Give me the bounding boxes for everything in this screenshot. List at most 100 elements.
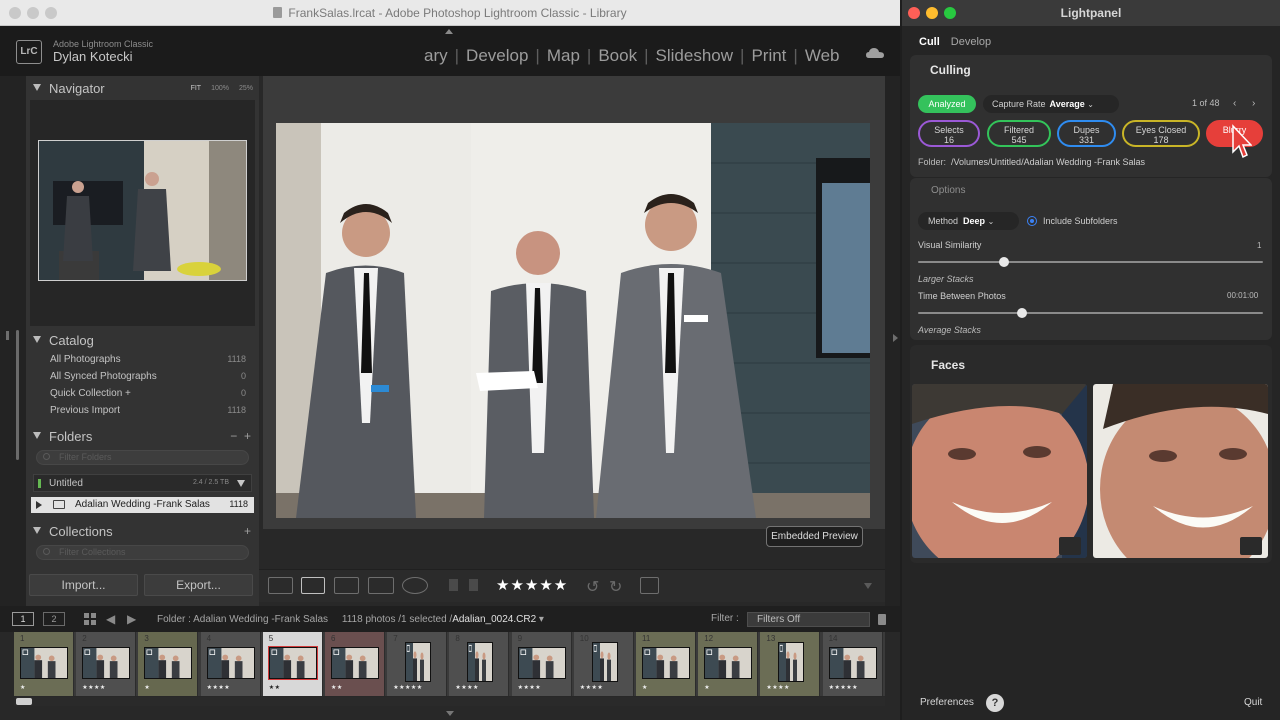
dupes-pill[interactable]: Dupes 331: [1057, 120, 1116, 147]
filter-preset-select[interactable]: Filters Off: [747, 612, 870, 627]
module-library[interactable]: ary: [424, 46, 448, 66]
filmstrip-cell[interactable]: 5 ★★: [262, 632, 323, 696]
filmstrip-cell[interactable]: 1 ★: [14, 632, 74, 696]
catalog-item[interactable]: Quick Collection +0: [30, 386, 255, 403]
flag-reject-icon[interactable]: [469, 579, 478, 591]
navigator-preview[interactable]: [38, 140, 247, 281]
filmstrip-cell[interactable]: 13 ★★★★: [760, 632, 821, 696]
visual-similarity-slider[interactable]: [918, 261, 1263, 263]
module-web[interactable]: Web: [805, 46, 840, 66]
filmstrip-cell[interactable]: 11 ★: [636, 632, 696, 696]
export-button[interactable]: Export...: [144, 574, 253, 596]
include-subfolders-label[interactable]: Include Subfolders: [1043, 216, 1118, 226]
add-collection-icon[interactable]: +: [244, 524, 251, 538]
cloud-icon[interactable]: [866, 48, 884, 58]
time-between-slider[interactable]: [918, 312, 1263, 314]
grid-icon[interactable]: [84, 613, 96, 625]
include-subfolders-radio[interactable]: [1027, 216, 1037, 226]
face-region-icon[interactable]: [640, 577, 659, 594]
volume-dropdown-icon[interactable]: [237, 480, 245, 487]
left-panel-scrollbar[interactable]: [16, 330, 19, 460]
module-print[interactable]: Print: [751, 46, 786, 66]
options-heading[interactable]: Options: [931, 185, 965, 196]
tab-develop[interactable]: Develop: [951, 36, 991, 48]
flag-pick-icon[interactable]: [449, 579, 458, 591]
grid-view-icon[interactable]: [268, 577, 293, 594]
help-button[interactable]: ?: [986, 694, 1004, 712]
folders-header[interactable]: Folders − +: [26, 426, 259, 448]
toolbar-menu-icon[interactable]: [864, 583, 872, 589]
module-slideshow[interactable]: Slideshow: [656, 46, 734, 66]
import-button[interactable]: Import...: [29, 574, 138, 596]
volume-status-indicator: [38, 479, 41, 488]
survey-view-icon[interactable]: [368, 577, 394, 594]
collapse-bottom-panel-icon[interactable]: [446, 711, 454, 716]
next-arrow-icon[interactable]: ›: [1252, 98, 1255, 109]
people-view-icon[interactable]: [402, 577, 428, 594]
filmstrip-cell[interactable]: 6 ★★: [325, 632, 385, 696]
zoom-fit[interactable]: FIT: [191, 85, 202, 92]
filmstrip-cell[interactable]: 2 ★★★★: [76, 632, 137, 696]
method-select[interactable]: Method Deep ⌄: [918, 212, 1019, 230]
catalog-item[interactable]: Previous Import 1118: [30, 403, 255, 420]
filmstrip-source[interactable]: Folder : Adalian Wedding -Frank Salas 11…: [157, 614, 544, 625]
filter-folders-input[interactable]: Filter Folders: [36, 450, 249, 465]
zoom-100[interactable]: 100%: [211, 85, 229, 92]
module-map[interactable]: Map: [547, 46, 580, 66]
collections-header[interactable]: Collections +: [26, 521, 259, 543]
filter-label: Filter :: [711, 613, 739, 624]
lock-icon[interactable]: [878, 614, 886, 625]
filmstrip-scrollbar[interactable]: [14, 697, 885, 706]
time-between-knob[interactable]: [1016, 308, 1027, 318]
filmstrip-cell[interactable]: 12 ★: [698, 632, 759, 696]
filmstrip-cell[interactable]: 4 ★★★★: [200, 632, 261, 696]
rotate-right-icon[interactable]: ↻: [609, 577, 622, 597]
catalog-item[interactable]: All Photographs 1118: [30, 352, 255, 369]
forward-arrow-icon[interactable]: ▶: [127, 612, 136, 626]
compare-view-icon[interactable]: [334, 577, 359, 594]
back-arrow-icon[interactable]: ◀: [106, 612, 115, 626]
face-thumbnail[interactable]: [1093, 384, 1268, 558]
module-book[interactable]: Book: [598, 46, 637, 66]
expand-arrow-icon[interactable]: [36, 501, 42, 509]
filmstrip-cell[interactable]: 8 ★★★★: [449, 632, 510, 696]
filmstrip-header: 1 2 ◀ ▶ Folder : Adalian Wedding -Frank …: [0, 606, 900, 632]
catalog-header[interactable]: Catalog: [26, 330, 259, 352]
filmstrip-cell[interactable]: 9 ★★★★: [511, 632, 572, 696]
camera-off-icon: [1240, 537, 1262, 555]
analyzed-status-button[interactable]: Analyzed: [918, 95, 976, 113]
preferences-button[interactable]: Preferences: [920, 697, 974, 708]
volume-row[interactable]: Untitled 2.4 / 2.5 TB: [33, 474, 252, 492]
previous-arrow-icon[interactable]: ‹: [1233, 98, 1236, 109]
filmstrip-cell[interactable]: 3 ★: [138, 632, 199, 696]
eyes-closed-pill[interactable]: Eyes Closed 178: [1122, 120, 1200, 147]
disclosure-triangle-icon: [33, 336, 41, 343]
selects-pill[interactable]: Selects 16: [918, 120, 980, 147]
filmstrip-cell[interactable]: 10 ★★★★: [573, 632, 634, 696]
options-card: [910, 178, 1272, 340]
quit-button[interactable]: Quit: [1244, 697, 1262, 708]
right-panel-edge[interactable]: [885, 76, 900, 606]
filter-collections-input[interactable]: Filter Collections: [36, 545, 249, 560]
module-develop[interactable]: Develop: [466, 46, 528, 66]
add-folder-icon[interactable]: +: [244, 429, 251, 443]
filtered-pill[interactable]: Filtered 545: [987, 120, 1051, 147]
navigator-header[interactable]: Navigator FIT 100% 25%: [26, 78, 259, 100]
star-rating[interactable]: ★★★★★: [496, 576, 568, 594]
tab-cull[interactable]: Cull: [919, 36, 940, 48]
filmstrip-cell[interactable]: 14 ★★★★★: [822, 632, 883, 696]
folder-row-selected[interactable]: Adalian Wedding -Frank Salas 1118: [31, 497, 254, 513]
catalog-item[interactable]: All Synced Photographs 0: [30, 369, 255, 386]
primary-monitor-button[interactable]: 1: [12, 612, 34, 626]
face-thumbnail[interactable]: [912, 384, 1087, 558]
left-panel-edge[interactable]: [0, 76, 26, 606]
loupe-view-icon[interactable]: [301, 577, 325, 594]
secondary-monitor-button[interactable]: 2: [43, 612, 65, 626]
capture-rate-select[interactable]: Capture Rate Average ⌄: [983, 95, 1119, 113]
main-photo[interactable]: [276, 123, 870, 518]
rotate-left-icon[interactable]: ↺: [586, 577, 599, 597]
zoom-25[interactable]: 25%: [239, 85, 253, 92]
filmstrip-cell[interactable]: 7 ★★★★★: [387, 632, 448, 696]
remove-folder-icon[interactable]: −: [230, 429, 237, 443]
collapse-top-panel-icon[interactable]: [445, 29, 453, 34]
